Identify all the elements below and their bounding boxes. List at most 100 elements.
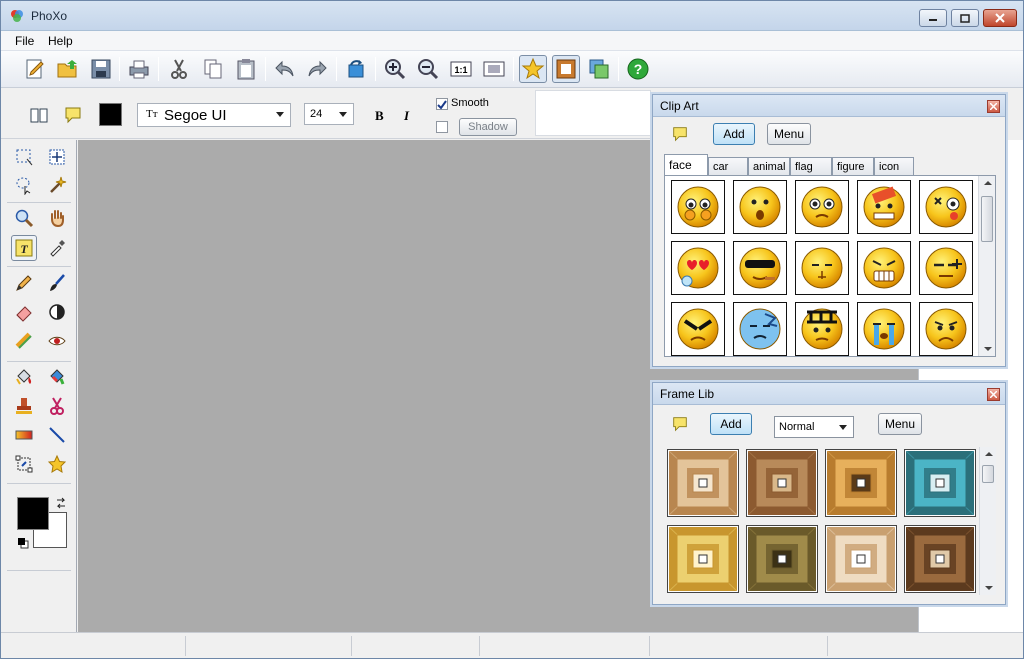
open-button[interactable] [54, 55, 82, 83]
pencil-tool[interactable] [11, 270, 37, 296]
framelib-menu-button[interactable]: Menu [878, 413, 922, 435]
gradient-fill-tool[interactable] [44, 364, 70, 390]
save-button[interactable] [87, 55, 115, 83]
bold-button[interactable]: B [375, 108, 384, 124]
scroll-thumb[interactable] [982, 465, 994, 483]
minimize-button[interactable] [919, 9, 947, 27]
print-button[interactable] [125, 55, 153, 83]
stamp-tool[interactable] [11, 393, 37, 419]
clipart-item[interactable] [795, 241, 849, 295]
tab-icon[interactable]: icon [874, 157, 914, 175]
clipart-item[interactable] [919, 302, 973, 356]
smooth-checkbox[interactable] [436, 98, 448, 110]
frame-mode-select[interactable]: Normal [774, 416, 854, 438]
cut-button[interactable] [165, 55, 193, 83]
transform-tool[interactable] [11, 451, 37, 477]
frame-item[interactable] [904, 525, 976, 593]
frame-item[interactable] [825, 449, 897, 517]
close-button[interactable] [983, 9, 1017, 27]
tab-figure[interactable]: figure [832, 157, 874, 175]
clipart-item[interactable] [671, 180, 725, 234]
eyedropper-tool[interactable] [44, 235, 70, 261]
scissors-tool[interactable] [44, 393, 70, 419]
clipart-scrollbar[interactable] [978, 176, 995, 356]
lasso-tool[interactable] [11, 172, 37, 198]
menu-file[interactable]: File [15, 34, 34, 48]
maximize-button[interactable] [951, 9, 979, 27]
clipart-item[interactable] [671, 302, 725, 356]
rect-select-tool[interactable] [11, 144, 37, 170]
italic-button[interactable]: I [404, 108, 409, 124]
clipart-close-button[interactable] [987, 100, 1000, 113]
clipart-menu-button[interactable]: Menu [767, 123, 811, 145]
clipart-item[interactable] [671, 241, 725, 295]
layers-button[interactable] [585, 55, 613, 83]
foreground-color-swatch[interactable] [17, 497, 49, 530]
clipart-item[interactable] [733, 180, 787, 234]
actual-size-button[interactable]: 1:1 [447, 55, 475, 83]
redo-button[interactable] [303, 55, 331, 83]
hand-tool[interactable] [44, 205, 70, 231]
frame-item[interactable] [825, 525, 897, 593]
font-library-button[interactable] [29, 105, 49, 125]
frame-item[interactable] [746, 525, 818, 593]
framelib-close-button[interactable] [987, 388, 1000, 401]
tab-animal[interactable]: animal [748, 157, 790, 175]
menu-help[interactable]: Help [48, 34, 73, 48]
brush-tool[interactable] [44, 270, 70, 296]
magic-wand-tool[interactable] [44, 172, 70, 198]
zoom-out-button[interactable] [414, 55, 442, 83]
tab-car[interactable]: car [708, 157, 748, 175]
framelib-scrollbar[interactable] [979, 447, 996, 595]
move-tool[interactable] [44, 144, 70, 170]
frame-item[interactable] [904, 449, 976, 517]
font-family-select[interactable]: Tт Segoe UI [137, 103, 291, 127]
copy-button[interactable] [199, 55, 227, 83]
clipart-item[interactable] [857, 180, 911, 234]
clipart-item[interactable] [795, 180, 849, 234]
clipart-info-button[interactable] [671, 125, 689, 146]
red-eye-tool[interactable] [44, 328, 70, 354]
text-bubble-button[interactable] [63, 105, 83, 125]
contrast-tool[interactable] [44, 299, 70, 325]
font-size-select[interactable]: 24 [304, 103, 354, 125]
clipart-item[interactable] [733, 241, 787, 295]
eraser-tool[interactable] [11, 299, 37, 325]
clipart-item[interactable] [795, 302, 849, 356]
clipart-add-button[interactable]: Add [713, 123, 755, 145]
swap-colors-button[interactable] [55, 497, 67, 512]
frame-toggle-button[interactable] [552, 55, 580, 83]
rotate-button[interactable] [342, 55, 370, 83]
framelib-info-button[interactable] [671, 415, 689, 436]
shadow-button[interactable]: Shadow [459, 118, 517, 136]
new-button[interactable] [21, 55, 49, 83]
text-color-swatch[interactable] [99, 103, 122, 126]
help-button[interactable]: ? [624, 55, 652, 83]
tab-flag[interactable]: flag [790, 157, 832, 175]
framelib-add-button[interactable]: Add [710, 413, 752, 435]
clipart-item[interactable] [857, 241, 911, 295]
frame-item[interactable] [667, 449, 739, 517]
fit-window-button[interactable] [480, 55, 508, 83]
clipart-item[interactable] [919, 241, 973, 295]
scroll-thumb[interactable] [981, 196, 993, 242]
tab-face[interactable]: face [664, 154, 708, 176]
gradient-tool[interactable] [11, 422, 37, 448]
undo-button[interactable] [271, 55, 299, 83]
fill-tool[interactable] [11, 364, 37, 390]
smudge-tool[interactable] [11, 328, 37, 354]
paste-button[interactable] [232, 55, 260, 83]
clipart-item[interactable] [733, 302, 787, 356]
clipart-item[interactable] [919, 180, 973, 234]
reset-colors-button[interactable] [17, 537, 29, 552]
clipart-tool[interactable] [44, 451, 70, 477]
line-tool[interactable] [44, 422, 70, 448]
zoom-tool[interactable] [11, 205, 37, 231]
zoom-in-button[interactable] [381, 55, 409, 83]
frame-item[interactable] [746, 449, 818, 517]
text-tool[interactable]: T [11, 235, 37, 261]
shadow-checkbox[interactable] [436, 121, 448, 133]
frame-item[interactable] [667, 525, 739, 593]
clipart-toggle-button[interactable] [519, 55, 547, 83]
clipart-item[interactable] [857, 302, 911, 356]
